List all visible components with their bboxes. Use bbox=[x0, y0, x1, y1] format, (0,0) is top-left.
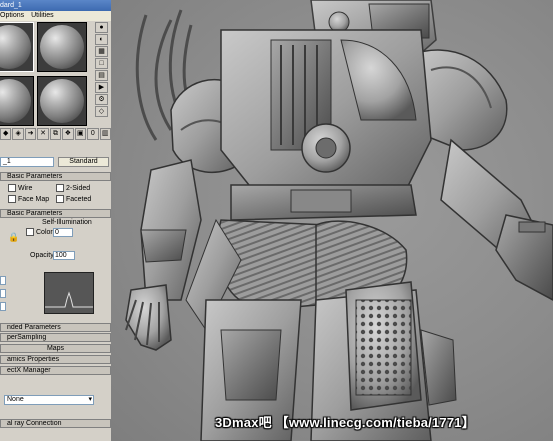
rollout-dynamics-properties[interactable]: amics Properties bbox=[0, 355, 111, 364]
faceted-label: Faceted bbox=[66, 195, 92, 203]
sample-type-icon[interactable]: ● bbox=[95, 22, 108, 33]
rollout-mental-ray-connection[interactable]: al ray Connection bbox=[0, 419, 111, 428]
material-name-field[interactable]: _1 bbox=[0, 157, 54, 167]
put-to-library-icon[interactable]: ▣ bbox=[74, 128, 87, 140]
spec-level-spinner[interactable] bbox=[0, 276, 6, 285]
rollout-blinn-basic-params[interactable]: Basic Parameters bbox=[0, 209, 111, 218]
faceted-checkbox[interactable]: Faceted bbox=[56, 195, 91, 204]
two-sided-label: 2-Sided bbox=[66, 184, 91, 192]
glossiness-spinner[interactable] bbox=[0, 289, 6, 298]
material-toolbar: ◆ ◈ ➜ ✕ ⧉ ❖ ▣ 0 ▥ bbox=[0, 128, 111, 142]
get-material-icon[interactable]: ◆ bbox=[0, 128, 12, 140]
sample-sphere bbox=[40, 25, 84, 69]
sample-slot[interactable] bbox=[0, 22, 34, 72]
material-editor-menubar: Options Utilities bbox=[0, 11, 111, 21]
options-icon[interactable]: ⚙ bbox=[95, 94, 108, 105]
background-icon[interactable]: ▦ bbox=[95, 46, 108, 57]
copy-material-icon[interactable]: ⧉ bbox=[49, 128, 62, 140]
rollout-maps[interactable]: Maps bbox=[0, 344, 111, 353]
self-illum-color-label: Color bbox=[36, 228, 53, 236]
rollout-label: al ray Connection bbox=[7, 420, 62, 427]
rollout-extended-params[interactable]: nded Parameters bbox=[0, 323, 111, 332]
soften-spinner[interactable] bbox=[0, 302, 6, 311]
wire-checkbox[interactable]: Wire bbox=[8, 184, 32, 193]
perforated-panel bbox=[355, 299, 412, 396]
rollout-supersampling[interactable]: perSampling bbox=[0, 333, 111, 342]
left-arm-armor bbox=[125, 159, 202, 351]
rollout-label: amics Properties bbox=[7, 356, 60, 363]
material-editor-title: dard_1 bbox=[0, 2, 22, 9]
unique-icon[interactable]: ❖ bbox=[62, 128, 74, 140]
select-by-material-icon[interactable]: ◇ bbox=[95, 106, 108, 117]
two-sided-checkbox[interactable]: 2-Sided bbox=[56, 184, 90, 193]
material-editor-titlebar[interactable]: dard_1 bbox=[0, 0, 111, 11]
backlight-icon[interactable]: ◐ bbox=[95, 34, 108, 45]
specular-highlight-graph bbox=[44, 272, 94, 314]
rollout-label: Maps bbox=[46, 345, 65, 352]
forum-watermark: 3Dmax吧 【www.linecg.com/tieba/1771】 bbox=[215, 415, 475, 430]
directx-shader-dropdown[interactable]: None bbox=[4, 395, 94, 405]
rollout-label: perSampling bbox=[7, 334, 47, 341]
sample-slots bbox=[0, 22, 92, 126]
rollout-shader-basic-params[interactable]: Basic Parameters bbox=[0, 172, 111, 181]
sample-sphere bbox=[40, 78, 84, 123]
video-color-check-icon[interactable]: ▤ bbox=[95, 70, 108, 81]
menu-options[interactable]: Options bbox=[0, 12, 24, 19]
face-map-checkbox[interactable]: Face Map bbox=[8, 195, 49, 204]
assign-material-icon[interactable]: ➜ bbox=[24, 128, 37, 140]
torso-back-armor bbox=[220, 29, 432, 201]
perspective-viewport[interactable]: 3Dmax吧 【www.linecg.com/tieba/1771】 bbox=[111, 0, 553, 441]
opacity-spinner[interactable]: 100 bbox=[53, 251, 75, 260]
armored-character-render bbox=[125, 0, 553, 441]
right-arm-armor bbox=[440, 138, 553, 301]
rollout-directx-manager[interactable]: ectX Manager bbox=[0, 366, 111, 375]
material-effects-channel-icon[interactable]: 0 bbox=[87, 128, 99, 140]
sample-sphere bbox=[0, 78, 31, 123]
self-illum-group-label: Self-Illumination bbox=[42, 219, 92, 226]
sample-slot[interactable] bbox=[0, 75, 34, 126]
rollout-label: nded Parameters bbox=[7, 324, 61, 331]
menu-utilities[interactable]: Utilities bbox=[31, 12, 54, 19]
material-editor-panel: dard_1 Options Utilities ● ◐ ▦ □ ▤ ▶ ⚙ ◇… bbox=[0, 0, 112, 441]
rollout-label: Basic Parameters bbox=[7, 173, 63, 180]
rollout-label: ectX Manager bbox=[7, 367, 51, 374]
rollout-label: Basic Parameters bbox=[7, 210, 63, 217]
wire-label: Wire bbox=[18, 184, 33, 192]
specular-curve bbox=[45, 291, 93, 308]
opacity-label: Opacity bbox=[30, 252, 54, 259]
self-illum-color-checkbox[interactable]: Color bbox=[26, 228, 53, 237]
lock-icon[interactable]: 🔒 bbox=[8, 233, 19, 242]
sample-slot[interactable] bbox=[37, 75, 87, 126]
material-name-row: _1 Standard bbox=[0, 157, 111, 168]
sample-side-toolbar: ● ◐ ▦ □ ▤ ▶ ⚙ ◇ bbox=[95, 22, 109, 126]
make-preview-icon[interactable]: ▶ bbox=[95, 82, 108, 93]
put-to-scene-icon[interactable]: ◈ bbox=[12, 128, 24, 140]
self-illum-value-spinner[interactable]: 0 bbox=[53, 228, 73, 237]
waist-belt bbox=[230, 184, 417, 221]
show-map-in-viewport-icon[interactable]: ▥ bbox=[99, 128, 111, 140]
reset-map-icon[interactable]: ✕ bbox=[37, 128, 49, 140]
face-map-label: Face Map bbox=[18, 195, 50, 203]
left-hand bbox=[125, 284, 172, 351]
uv-tiling-icon[interactable]: □ bbox=[95, 58, 108, 69]
sample-slot[interactable] bbox=[37, 22, 87, 72]
material-type-button[interactable]: Standard bbox=[58, 157, 109, 167]
sample-sphere bbox=[0, 25, 31, 69]
